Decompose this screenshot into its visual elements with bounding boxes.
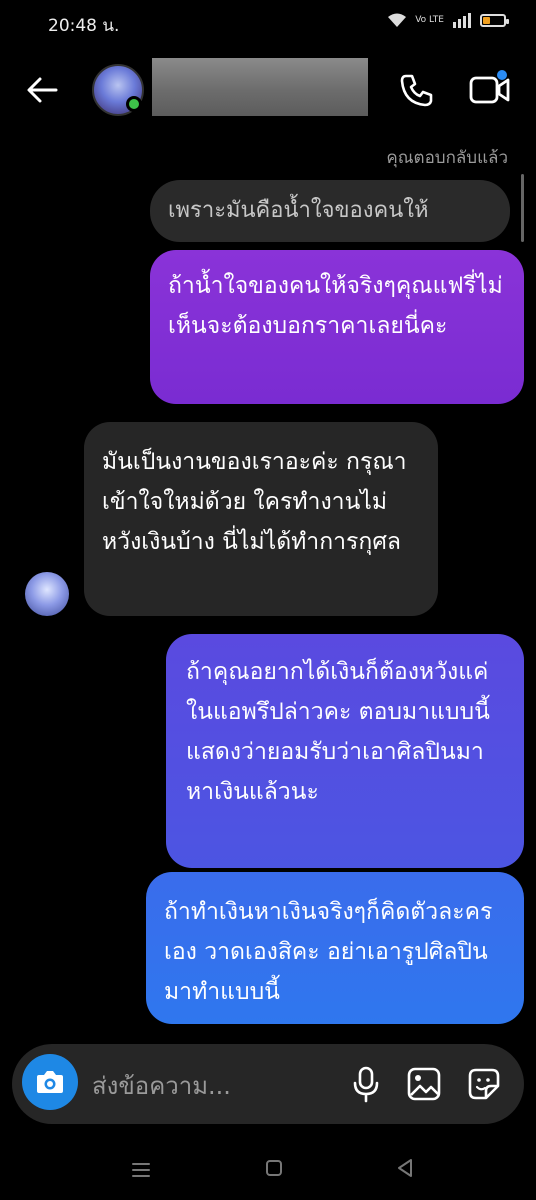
scrollbar[interactable] bbox=[521, 174, 524, 242]
message-composer[interactable] bbox=[12, 1044, 524, 1124]
chat-header bbox=[0, 50, 536, 130]
microphone-icon[interactable] bbox=[348, 1064, 384, 1104]
phone-icon[interactable] bbox=[396, 70, 436, 110]
message-bubble-sent[interactable]: ถ้าทำเงินหาเงินจริงๆก็คิดตัวละครเอง วาดเ… bbox=[146, 872, 524, 1024]
contact-name-redacted[interactable] bbox=[152, 58, 368, 116]
signal-icon bbox=[453, 13, 471, 28]
notification-dot bbox=[497, 70, 507, 80]
volte-icon: Vo LTE bbox=[415, 14, 444, 25]
status-bar: 20:48 น. Vo LTE bbox=[0, 0, 536, 48]
camera-icon bbox=[37, 1071, 63, 1093]
message-bubble-received[interactable]: มันเป็นงานของเราอะค่ะ กรุณาเข้าใจใหม่ด้ว… bbox=[84, 422, 438, 616]
quoted-message[interactable]: เพราะมันคือน้ำใจของคนให้ bbox=[150, 180, 510, 242]
home-icon[interactable] bbox=[264, 1158, 284, 1178]
message-bubble-sent[interactable]: ถ้าน้ำใจของคนให้จริงๆคุณแฟรี่ไม่เห็นจะต้… bbox=[150, 250, 524, 404]
gallery-icon[interactable] bbox=[404, 1064, 444, 1104]
message-bubble-sent[interactable]: ถ้าคุณอยากได้เงินก็ต้องหวังแค่ในแอพรึปล่… bbox=[166, 634, 524, 868]
camera-button[interactable] bbox=[22, 1054, 78, 1110]
online-status-dot bbox=[126, 96, 142, 112]
sticker-icon[interactable] bbox=[464, 1064, 504, 1104]
back-triangle-icon[interactable] bbox=[394, 1156, 416, 1180]
message-input[interactable]: ส่งข้อความ... bbox=[92, 1066, 231, 1105]
reply-note: คุณตอบกลับแล้ว bbox=[386, 148, 508, 168]
status-time: 20:48 น. bbox=[48, 16, 120, 36]
recent-apps-icon[interactable] bbox=[130, 1158, 152, 1182]
wifi-icon bbox=[388, 13, 407, 27]
system-nav-bar bbox=[0, 1140, 536, 1200]
sender-avatar[interactable] bbox=[25, 572, 69, 616]
battery-icon bbox=[480, 13, 509, 27]
back-arrow-icon[interactable] bbox=[22, 70, 62, 110]
status-icons: Vo LTE bbox=[387, 12, 509, 28]
